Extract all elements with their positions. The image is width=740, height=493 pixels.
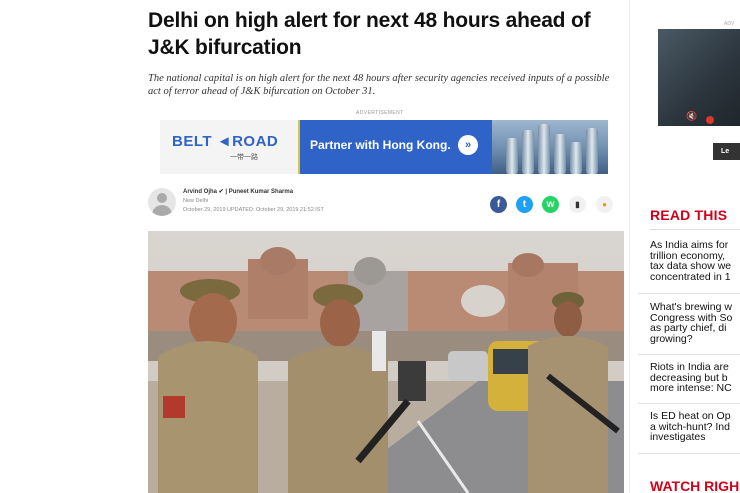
story-line: concentrated in 1 (650, 270, 731, 282)
bookmark-icon[interactable]: ▮ (569, 196, 586, 213)
read-this-heading: READ THIS (650, 207, 728, 223)
sidebar-video-ad[interactable]: 🔇 (658, 29, 740, 126)
story-line: Is ED heat on Op (650, 411, 731, 422)
ad-logo: BELT ◄ROAD 一带一路 (160, 120, 300, 174)
dateline-location: New Delhi (183, 198, 209, 204)
comment-icon[interactable]: ● (596, 196, 613, 213)
story-line: What's brewing w (650, 302, 732, 313)
watch-right-heading: WATCH RIGH (650, 478, 740, 493)
author-row: Arvind Ojha ✔ | Puneet Kumar Sharma New … (146, 186, 624, 222)
read-this-story-4[interactable]: Is ED heat on Op a witch-hunt? Ind inves… (650, 411, 740, 443)
story-line: more intense: NC (650, 382, 732, 394)
ad-tagline: Partner with Hong Kong. (310, 138, 451, 152)
police-photo-illustration (148, 231, 624, 493)
facebook-share-icon[interactable]: f (490, 196, 507, 213)
read-this-story-3[interactable]: Riots in India are decreasing but b more… (650, 362, 740, 394)
whatsapp-share-icon[interactable]: w (542, 196, 559, 213)
story-line: Riots in India are (650, 362, 729, 373)
author-byline[interactable]: Arvind Ojha ✔ | Puneet Kumar Sharma (183, 188, 293, 195)
ad-coins-image (492, 120, 608, 174)
article-photo (148, 231, 624, 493)
ad-logo-subtitle: 一带一路 (230, 154, 258, 161)
advertisement-label: ADVERTISEMENT (356, 110, 404, 116)
story-line: tax data show we (650, 260, 732, 272)
article-main: Delhi on high alert for next 48 hours ah… (146, 0, 624, 493)
read-this-story-1[interactable]: As India aims for trillion economy, tax … (650, 240, 740, 282)
read-this-story-2[interactable]: What's brewing w Congress with So as par… (650, 302, 740, 344)
story-divider (638, 403, 740, 404)
sidebar-ad-label: ADV (724, 21, 735, 27)
ad-logo-text: BELT ◄ROAD (172, 133, 279, 150)
story-divider (638, 354, 740, 355)
story-line: As India aims for (650, 240, 729, 251)
advertisement-banner[interactable]: BELT ◄ROAD 一带一路 Partner with Hong Kong. … (160, 120, 608, 174)
story-line: as party chief, di (650, 322, 727, 334)
sidebar-learn-button[interactable]: Le (713, 143, 740, 160)
sidebar-divider (629, 0, 630, 493)
story-divider (638, 293, 740, 294)
record-icon (706, 116, 714, 124)
article-headline: Delhi on high alert for next 48 hours ah… (148, 9, 591, 59)
avatar (148, 188, 176, 216)
right-sidebar: ADV 🔇 Le READ THIS As India aims for tri… (638, 0, 740, 493)
story-line: investigates (650, 431, 706, 443)
read-this-underline (650, 229, 740, 230)
article-summary: The national capital is on high alert fo… (148, 73, 610, 97)
video-frame (658, 29, 740, 126)
ad-arrow-icon[interactable]: » (458, 135, 478, 155)
publish-dates: October 29, 2019 UPDATED: October 29, 20… (183, 207, 324, 213)
mute-icon[interactable]: 🔇 (686, 111, 697, 122)
story-divider (638, 453, 740, 454)
story-line: growing? (650, 332, 693, 344)
twitter-share-icon[interactable]: t (516, 196, 533, 213)
